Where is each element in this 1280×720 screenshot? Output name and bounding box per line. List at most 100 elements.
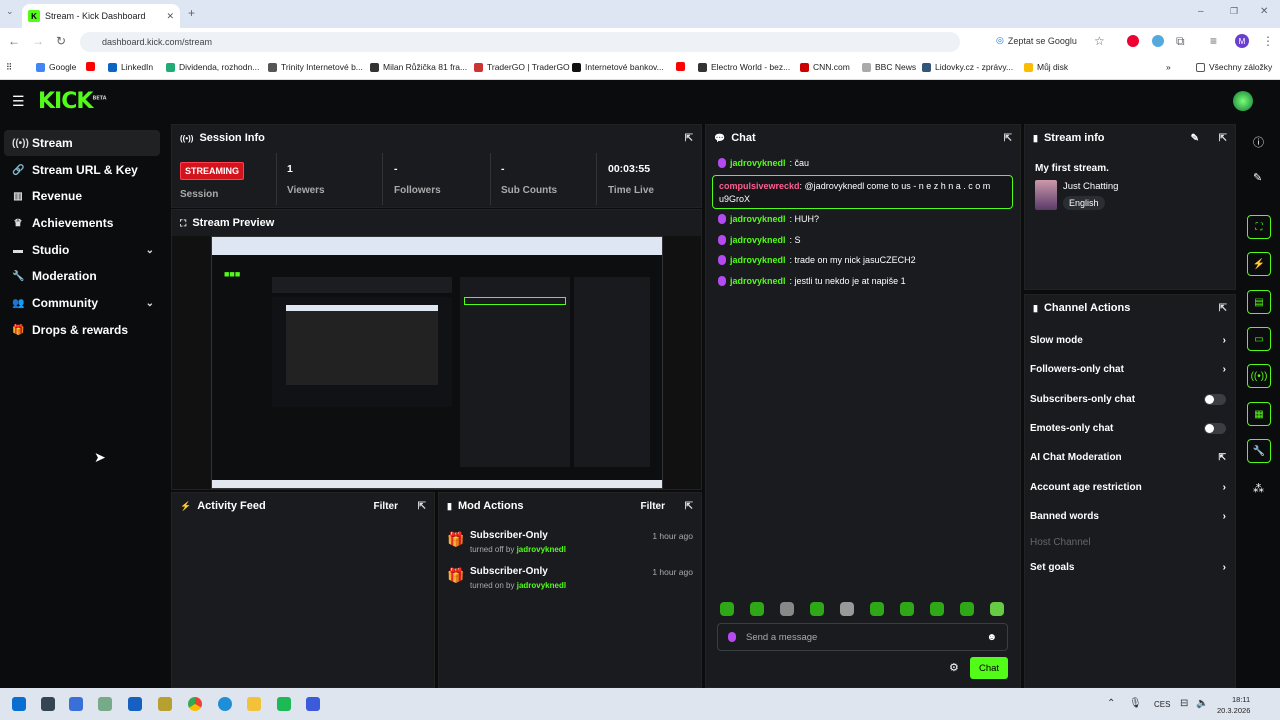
popout-icon[interactable]: ⇱ <box>685 133 693 144</box>
emote-icon[interactable] <box>780 602 794 616</box>
network-icon[interactable]: ⊟ <box>1180 698 1188 709</box>
ai-moderation-action[interactable]: AI Chat Moderation ⇱ <box>1030 452 1226 463</box>
tray-overflow-icon[interactable]: ⌃ <box>1107 698 1115 709</box>
popout-icon[interactable]: ⇱ <box>1219 133 1227 144</box>
profile-avatar[interactable]: M <box>1235 34 1249 48</box>
category-name[interactable]: Just Chatting <box>1063 181 1118 192</box>
new-tab-icon[interactable]: + <box>188 6 195 20</box>
notes-icon[interactable]: ▤ <box>1247 290 1271 314</box>
emote-icon[interactable] <box>960 602 974 616</box>
popout-icon[interactable]: ⇱ <box>685 501 693 512</box>
emote-icon[interactable] <box>900 602 914 616</box>
extensions-puzzle-icon[interactable]: ⧉ <box>1176 34 1185 49</box>
bookmark-item[interactable]: Můj disk <box>1024 62 1068 72</box>
stream-video[interactable]: ■■■ <box>211 236 663 489</box>
slow-mode-action[interactable]: Slow mode › <box>1030 335 1226 346</box>
layout-icon[interactable]: ▦ <box>1247 402 1271 426</box>
emoji-icon[interactable]: ☻ <box>986 632 997 643</box>
nav-moderation[interactable]: 🔧 Moderation <box>4 263 160 289</box>
taskbar-app-icon[interactable] <box>158 697 172 711</box>
clock-time[interactable]: 18:11 <box>1232 695 1250 704</box>
edit-icon[interactable]: ✎ <box>1253 171 1262 184</box>
nav-revenue[interactable]: ▥ Revenue <box>4 183 160 209</box>
browser-tab[interactable]: K Stream - Kick Dashboard ✕ <box>22 4 180 28</box>
all-bookmarks[interactable]: Všechny záložky <box>1196 62 1272 72</box>
nav-stream[interactable]: ((•)) Stream <box>4 130 160 156</box>
outlook-icon[interactable] <box>128 697 142 711</box>
bookmark-item[interactable]: Internetové bankov... <box>572 62 664 72</box>
taskbar-app-icon[interactable] <box>306 697 320 711</box>
nav-community[interactable]: 👥 Community ⌄ <box>4 290 160 316</box>
minimize-icon[interactable]: – <box>1198 6 1204 17</box>
ask-google-button[interactable]: ◎ Zeptat se Googlu <box>996 35 1077 46</box>
taskbar-app-icon[interactable] <box>277 697 291 711</box>
send-chat-button[interactable]: Chat <box>970 657 1008 679</box>
reload-icon[interactable]: ↻ <box>56 34 66 48</box>
chrome-icon[interactable] <box>188 697 202 711</box>
taskbar-app-icon[interactable] <box>41 697 55 711</box>
address-input[interactable]: dashboard.kick.com/stream <box>80 32 960 52</box>
emote-icon[interactable] <box>810 602 824 616</box>
bookmark-item[interactable]: Trinity Internetové b... <box>268 62 363 72</box>
menu-icon[interactable]: ☰ <box>12 93 25 110</box>
taskbar-app-icon[interactable] <box>69 697 83 711</box>
bookmark-item[interactable]: TraderGO | TraderGO <box>474 62 570 72</box>
bookmark-item[interactable]: Milan Růžička 81 fra... <box>370 62 467 72</box>
banned-words-action[interactable]: Banned words › <box>1030 511 1226 522</box>
wrench-icon[interactable]: 🔧 <box>1247 439 1271 463</box>
bookmark-item[interactable]: LinkedIn <box>108 62 153 72</box>
clip-icon[interactable]: ⛶ <box>1247 215 1271 239</box>
language-indicator[interactable]: CES <box>1154 700 1170 709</box>
mod-action-user[interactable]: jadrovyknedl <box>517 581 566 590</box>
chat-username[interactable]: jadrovyknedl <box>730 214 786 224</box>
microphone-icon[interactable]: 🎙 <box>1129 698 1142 709</box>
filter-button[interactable]: Filter <box>374 501 398 512</box>
tab-close-icon[interactable]: ✕ <box>166 11 174 22</box>
lightning-icon[interactable]: ⚡ <box>1247 252 1271 276</box>
category-thumbnail[interactable] <box>1035 180 1057 210</box>
popout-icon[interactable]: ⇱ <box>1219 303 1227 314</box>
media-icon[interactable]: ≡ <box>1210 34 1217 48</box>
popout-icon[interactable]: ⇱ <box>418 501 426 512</box>
forward-icon[interactable]: → <box>32 34 44 48</box>
bookmark-item[interactable]: BBC News <box>862 62 916 72</box>
edit-icon[interactable]: ✎ <box>1191 133 1199 144</box>
gear-icon[interactable]: ⚙ <box>949 661 959 674</box>
emote-icon[interactable] <box>990 602 1004 616</box>
chat-bubble-icon[interactable]: ▭ <box>1247 327 1271 351</box>
taskbar-app-icon[interactable] <box>98 697 112 711</box>
bookmark-star-icon[interactable]: ☆ <box>1094 34 1105 48</box>
bookmark-item[interactable]: Dividenda, rozhodn... <box>166 62 259 72</box>
chat-input[interactable]: Send a message ☻ <box>717 623 1008 651</box>
maximize-icon[interactable]: ❐ <box>1230 6 1238 17</box>
user-avatar[interactable] <box>1233 91 1253 111</box>
bookmark-item[interactable]: Lidovky.cz - zprávy... <box>922 62 1013 72</box>
account-age-action[interactable]: Account age restriction › <box>1030 482 1226 493</box>
clock-date[interactable]: 20.3.2026 <box>1217 706 1250 715</box>
subscribers-only-toggle[interactable] <box>1204 394 1226 405</box>
bookmark-item[interactable]: Google <box>36 62 76 72</box>
edge-icon[interactable] <box>218 697 232 711</box>
volume-icon[interactable]: 🔈 <box>1196 698 1208 709</box>
emote-icon[interactable] <box>840 602 854 616</box>
apps-icon[interactable]: ⠿ <box>6 62 12 73</box>
mod-action-user[interactable]: jadrovyknedl <box>517 545 566 554</box>
chat-username[interactable]: jadrovyknedl <box>730 158 786 168</box>
emote-icon[interactable] <box>930 602 944 616</box>
back-icon[interactable]: ← <box>8 34 20 48</box>
bookmark-item[interactable]: Electro World - bez... <box>698 62 790 72</box>
nav-drops-rewards[interactable]: 🎁 Drops & rewards <box>4 317 160 343</box>
nav-achievements[interactable]: ♛ Achievements <box>4 210 160 236</box>
broadcast-icon[interactable]: ((•)) <box>1247 364 1271 388</box>
more-menu-icon[interactable]: ⋮ <box>1262 34 1274 48</box>
emote-icon[interactable] <box>750 602 764 616</box>
chat-username[interactable]: jadrovyknedl <box>730 235 786 245</box>
popout-icon[interactable]: ⇱ <box>1004 133 1012 144</box>
emote-icon[interactable] <box>720 602 734 616</box>
kick-logo[interactable]: KICKBETA <box>38 89 107 114</box>
emotes-only-toggle[interactable] <box>1204 423 1226 434</box>
extension-icon[interactable] <box>1127 35 1139 47</box>
chat-username[interactable]: jadrovyknedl <box>730 276 786 286</box>
extension-icon[interactable] <box>1152 35 1164 47</box>
bookmark-item[interactable]: CNN.com <box>800 62 850 72</box>
